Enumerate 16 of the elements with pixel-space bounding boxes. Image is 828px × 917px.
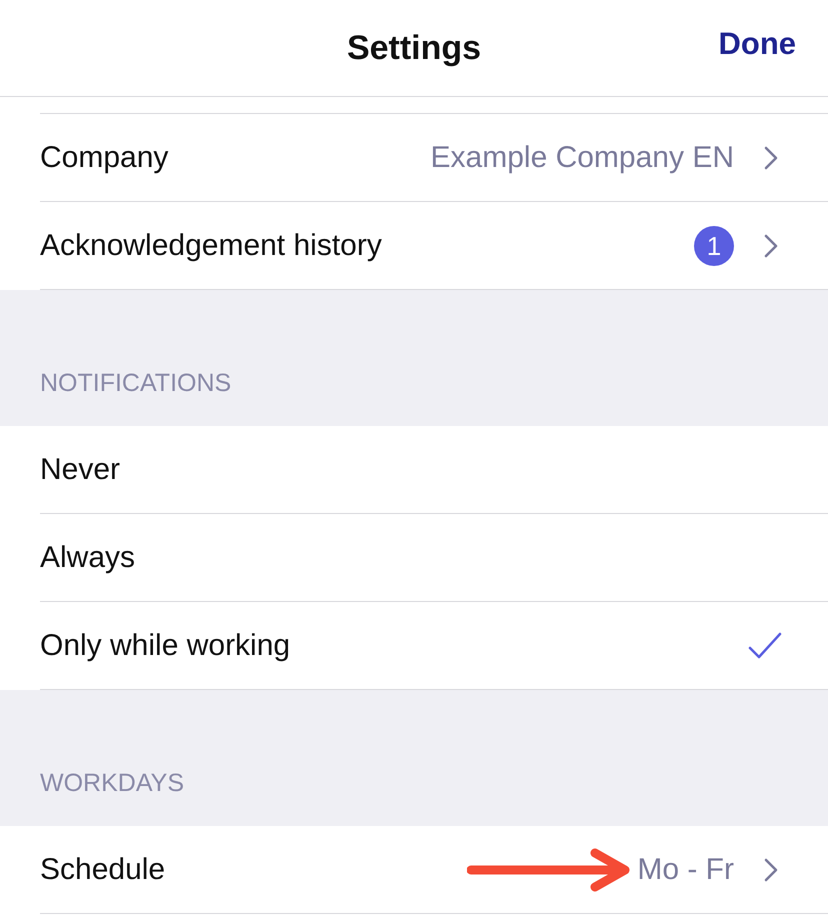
row-label[interactable]: Never xyxy=(40,453,120,487)
row-label[interactable]: Acknowledgement history xyxy=(40,229,382,263)
section-header: NOTIFICATIONS xyxy=(40,369,232,398)
row-value: Mo - Fr xyxy=(637,853,734,887)
section-header: WORKDAYS xyxy=(40,769,184,798)
chevron-icon xyxy=(764,858,778,882)
screen-title: Settings xyxy=(346,28,482,68)
row-label[interactable]: Schedule xyxy=(40,853,166,887)
row-value: Example Company EN xyxy=(430,141,734,175)
count-badge: 1 xyxy=(694,226,734,266)
row-label[interactable]: Always xyxy=(40,541,136,575)
row-label[interactable]: Only while working xyxy=(40,629,290,663)
chevron-icon xyxy=(764,146,778,170)
chevron-icon xyxy=(764,234,778,258)
row-label[interactable]: Company xyxy=(40,141,168,175)
done-button[interactable]: Done xyxy=(718,26,796,62)
